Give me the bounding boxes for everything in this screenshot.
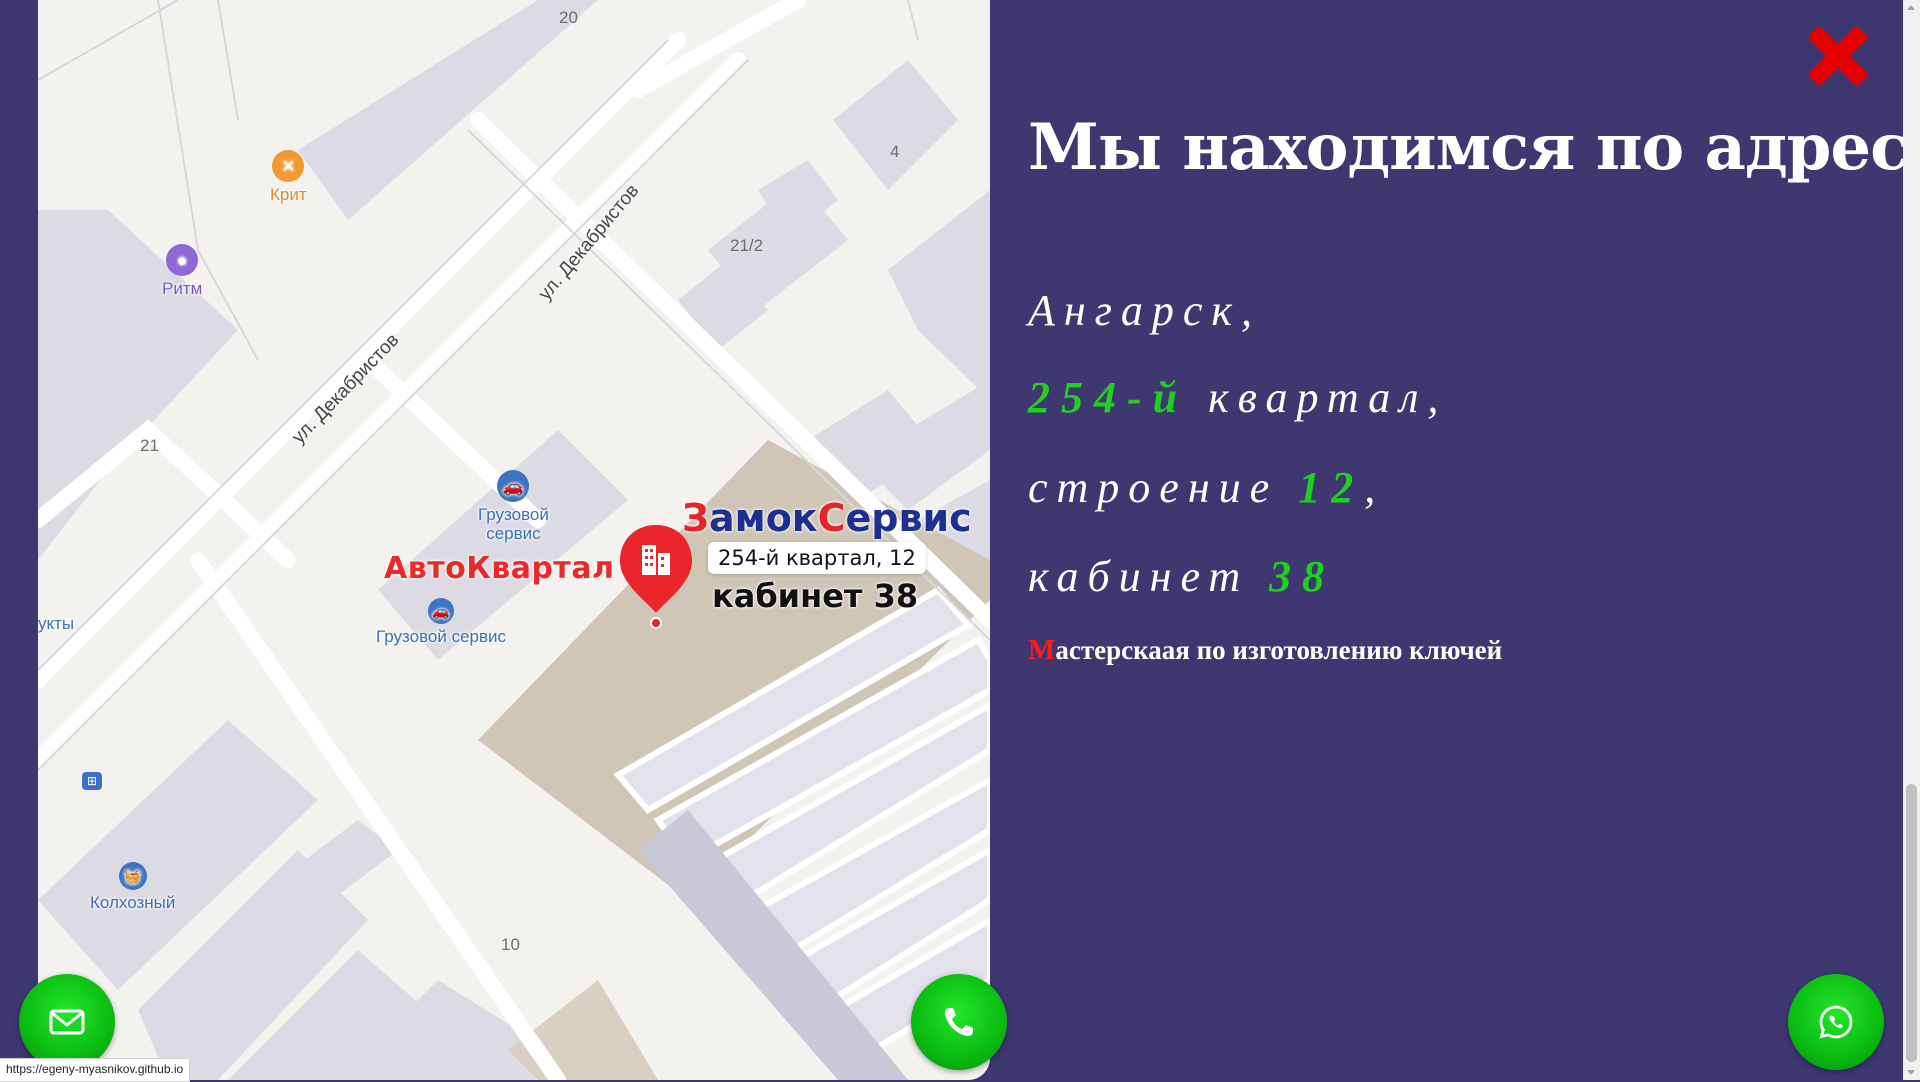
map-address-bubble: 254-й квартал, 12 <box>708 542 926 574</box>
poi-krit[interactable]: ✕ Крит <box>270 150 307 204</box>
poi-label: Грузовой сервис <box>376 627 507 646</box>
address-building: строение 12, <box>1028 463 1385 512</box>
brand-zamokservis: ЗамокСервис <box>682 496 972 540</box>
phone-icon <box>945 1008 973 1036</box>
poi-partial: укты <box>38 614 75 633</box>
poi-label: Крит <box>270 185 307 204</box>
scroll-up-icon[interactable] <box>1907 5 1915 10</box>
map-cabinet-label: кабинет 38 <box>712 577 919 615</box>
call-button[interactable] <box>911 974 1007 1070</box>
building-number: 20 <box>559 8 578 27</box>
map-card[interactable]: 20 4 21/2 21 10 ул. Декабристов ул. Дека… <box>38 0 990 1080</box>
car-icon: 🚗 <box>428 598 455 624</box>
building-number: 4 <box>890 142 900 161</box>
poi-ritm[interactable]: ● Ритм <box>162 244 202 298</box>
address-block: 254-й квартал, <box>1028 373 1448 422</box>
building-number: 21 <box>140 436 159 455</box>
poi-label: Колхозный <box>90 893 176 912</box>
location-marker-icon[interactable] <box>616 521 696 631</box>
scroll-down-icon[interactable] <box>1907 1070 1915 1075</box>
close-icon[interactable] <box>1806 24 1870 88</box>
workshop-subtitle: Мастерскаая по изготовлению ключей <box>1028 634 1503 666</box>
mail-icon <box>49 1009 85 1035</box>
page-title: Мы находимся по адресу: <box>1028 110 1920 185</box>
bus-stop-icon[interactable]: ⊞ <box>82 772 102 790</box>
status-bar-url: https://egeny-myasnikov.github.io <box>0 1058 191 1082</box>
poi-kolkhozny[interactable]: 🧺 Колхозный <box>90 862 175 912</box>
whatsapp-icon <box>1819 1005 1853 1039</box>
poi-label: Грузовой сервис <box>478 505 549 543</box>
brand-avtokvartal: АвтоКвартал <box>384 551 615 586</box>
vertical-scrollbar[interactable] <box>1903 0 1920 1080</box>
poi-label: Ритм <box>162 279 203 298</box>
place-icon: ● <box>166 244 199 276</box>
car-icon: 🚗 <box>497 470 530 502</box>
poi-truck-service[interactable]: 🚗 Грузовой сервис <box>478 470 549 543</box>
scrollbar-thumb[interactable] <box>1906 784 1917 1062</box>
address-city: Ангарск, <box>1028 286 1261 335</box>
whatsapp-button[interactable] <box>1788 974 1884 1070</box>
address-cabinet: кабинет 38 <box>1028 552 1336 601</box>
mail-button[interactable] <box>19 974 115 1070</box>
poi-truck-service-2[interactable]: 🚗 Грузовой сервис <box>376 598 506 646</box>
basket-icon: 🧺 <box>118 862 147 890</box>
building-number: 21/2 <box>730 236 764 255</box>
building-number: 10 <box>501 935 520 954</box>
restaurant-icon: ✕ <box>272 150 305 182</box>
